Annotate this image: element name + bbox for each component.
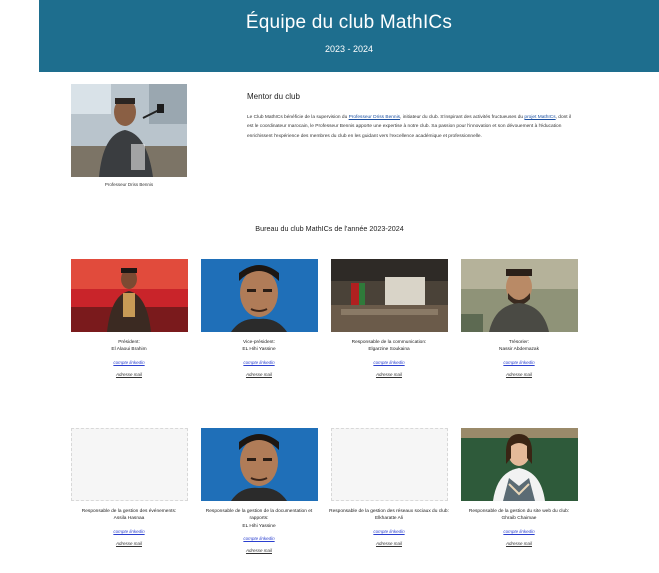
- member-name: El Alaoui Brahim: [111, 347, 147, 353]
- member-role: Responsable de la gestion des événements…: [81, 509, 177, 514]
- member-card-website: Responsable de la gestion du site web du…: [459, 428, 579, 546]
- member-role: Vice-président:: [243, 340, 275, 345]
- member-photo: [330, 259, 448, 332]
- member-photo-placeholder: [70, 428, 188, 501]
- member-role: Responsable de la gestion du site web du…: [468, 509, 570, 514]
- email-link[interactable]: Adresse mail: [459, 541, 579, 546]
- member-name: Nassir Abdemazak: [499, 347, 539, 353]
- member-photo: [200, 428, 318, 501]
- bureau-section-title: Bureau du club MathICs de l'année 2023-2…: [255, 224, 404, 233]
- member-name: EL Hihi Yassine: [242, 347, 276, 353]
- member-role: Responsable de la gestion des réseaux so…: [329, 509, 449, 514]
- mentor-photo: [71, 84, 187, 177]
- member-card-events: Responsable de la gestion des événements…: [69, 428, 189, 546]
- page-header: Équipe du club MathICs 2023 - 2024: [39, 0, 659, 72]
- member-role: Responsable de la communication:: [351, 340, 427, 345]
- linkedin-link[interactable]: compte linkedin: [329, 529, 449, 534]
- member-photo: [70, 259, 188, 332]
- member-name: EL Hihi Yassine: [242, 523, 276, 529]
- email-link[interactable]: Adresse mail: [329, 541, 449, 546]
- member-role: Responsable de la gestion de la document…: [205, 509, 313, 522]
- mentor-caption: Professeur Driss Bennis: [104, 182, 154, 187]
- linkedin-link[interactable]: compte linkedin: [329, 360, 449, 365]
- linkedin-link[interactable]: compte linkedin: [459, 529, 579, 534]
- member-name: Elgarzine Soukaina: [368, 347, 410, 353]
- email-link[interactable]: Adresse mail: [69, 372, 189, 377]
- member-card-communication: Responsable de la communication: Elgarzi…: [329, 259, 449, 377]
- email-link[interactable]: Adresse mail: [329, 372, 449, 377]
- member-card-president: Président: El Alaoui Brahim compte linke…: [69, 259, 189, 377]
- email-link[interactable]: Adresse mail: [199, 548, 319, 553]
- member-card-treasurer: Trésorier: Nassir Abdemazak compte linke…: [459, 259, 579, 377]
- mentor-text-part-2: , initiateur du club. S'inspirant des ac…: [400, 115, 525, 120]
- page-subtitle-year: 2023 - 2024: [324, 44, 374, 54]
- mentor-section-title: Mentor du club: [247, 92, 300, 101]
- member-photo: [460, 428, 578, 501]
- mentor-description: Le Club MathICs bénéficie de la supervis…: [247, 113, 575, 141]
- linkedin-link[interactable]: compte linkedin: [459, 360, 579, 365]
- member-card-social-media: Responsable de la gestion des réseaux so…: [329, 428, 449, 546]
- mentor-professor-link[interactable]: Professeur Driss Bennis: [349, 115, 400, 120]
- page-title: Équipe du club MathICs: [245, 12, 453, 33]
- email-link[interactable]: Adresse mail: [69, 541, 189, 546]
- member-role: Trésorier:: [508, 340, 530, 345]
- member-photo: [460, 259, 578, 332]
- linkedin-link[interactable]: compte linkedin: [69, 360, 189, 365]
- member-name: Elkharatte Ali: [375, 516, 403, 522]
- member-name: Ghraib Chaimae: [501, 516, 537, 522]
- email-link[interactable]: Adresse mail: [199, 372, 319, 377]
- member-card-documentation: Responsable de la gestion de la document…: [199, 428, 319, 553]
- member-photo: [200, 259, 318, 332]
- member-role: Président:: [118, 340, 140, 345]
- member-photo-placeholder: [330, 428, 448, 501]
- member-card-vice-president: Vice-président: EL Hihi Yassine compte l…: [199, 259, 319, 377]
- mentor-text-part-1: Le Club MathICs bénéficie de la supervis…: [247, 115, 349, 120]
- member-name: Assila Hasnaa: [113, 516, 145, 522]
- email-link[interactable]: Adresse mail: [459, 372, 579, 377]
- linkedin-link[interactable]: compte linkedin: [199, 536, 319, 541]
- linkedin-link[interactable]: compte linkedin: [69, 529, 189, 534]
- linkedin-link[interactable]: compte linkedin: [199, 360, 319, 365]
- mathics-project-link[interactable]: projet MathICs: [524, 115, 555, 120]
